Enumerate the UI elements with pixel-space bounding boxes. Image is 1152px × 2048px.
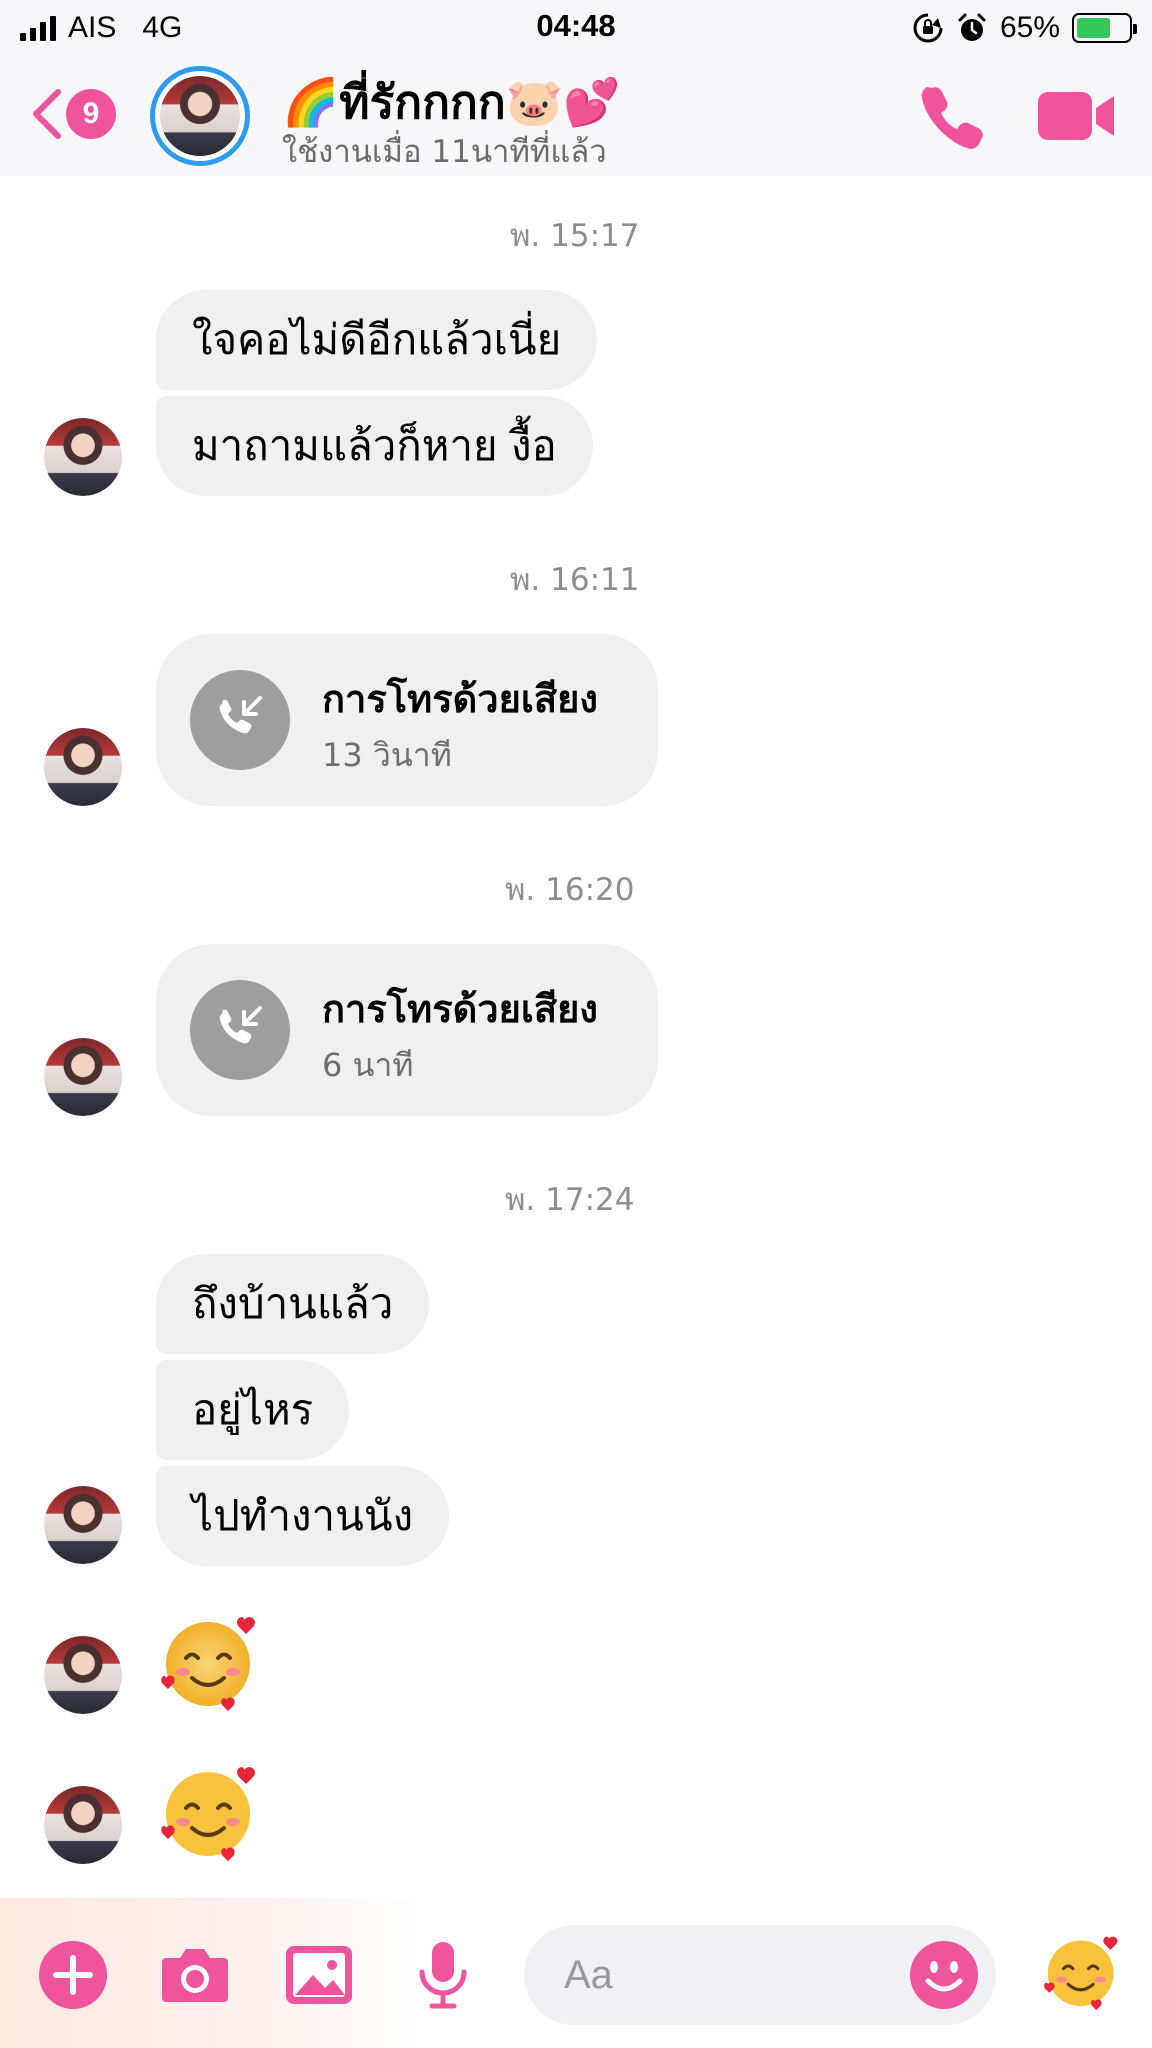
incoming-call-icon	[190, 670, 290, 770]
emoji-picker-icon[interactable]	[908, 1939, 980, 2011]
image-icon[interactable]	[282, 1938, 356, 2012]
sender-avatar[interactable]	[44, 1636, 122, 1714]
status-bar: AIS 4G 04:48 65%	[0, 0, 1152, 56]
battery-icon	[1072, 13, 1137, 43]
active-status: ใช้งานเมื่อ 11นาทีที่แล้ว	[282, 134, 607, 170]
message-input-container[interactable]	[524, 1925, 996, 2025]
chevron-left-icon	[33, 89, 61, 139]
message-bubble[interactable]: ถึงบ้านแล้ว	[156, 1254, 430, 1354]
video-camera-icon[interactable]	[1036, 86, 1116, 146]
conversation-header: 9 🌈ที่รักกกก🐷💕 ใช้งานเมื่อ 11นาทีที่แล้ว	[0, 56, 1152, 176]
phone-icon[interactable]	[918, 82, 986, 150]
voice-call-bubble[interactable]: การโทรด้วยเสียง 6 นาที	[156, 944, 658, 1116]
alarm-icon	[958, 13, 986, 41]
orientation-lock-icon	[913, 13, 943, 43]
sender-avatar[interactable]	[44, 728, 122, 806]
plus-icon[interactable]	[36, 1938, 110, 2012]
message-composer	[0, 1898, 1152, 2048]
battery-percentage: 65%	[999, 11, 1060, 44]
contact-avatar[interactable]	[150, 66, 250, 166]
timestamp-separator: พ. 15:17	[510, 218, 640, 254]
call-title: การโทรด้วยเสียง	[322, 677, 598, 721]
smiling-face-with-hearts-icon[interactable]	[156, 1606, 266, 1716]
voice-call-bubble[interactable]: การโทรด้วยเสียง 13 วินาที	[156, 634, 658, 806]
smiling-face-with-hearts-icon[interactable]	[156, 1756, 266, 1866]
message-bubble[interactable]: ไปทำงานนัง	[156, 1466, 450, 1566]
sender-avatar[interactable]	[44, 1486, 122, 1564]
quick-reaction-icon[interactable]	[1040, 1928, 1126, 2014]
message-bubble[interactable]: มาถามแล้วก็หาย งื้อ	[156, 396, 593, 496]
back-button[interactable]: 9	[30, 82, 130, 146]
incoming-call-icon	[190, 980, 290, 1080]
call-duration: 6 นาที	[322, 1046, 414, 1084]
sender-avatar[interactable]	[44, 1038, 122, 1116]
call-duration: 13 วินาที	[322, 736, 452, 774]
timestamp-separator: พ. 16:11	[510, 562, 640, 598]
sender-avatar[interactable]	[44, 418, 122, 496]
message-input[interactable]	[564, 1943, 894, 2007]
message-bubble[interactable]: อยู่ไหร	[156, 1360, 350, 1460]
timestamp-separator: พ. 17:24	[505, 1182, 635, 1218]
timestamp-separator: พ. 16:20	[505, 872, 635, 908]
unread-count-badge: 9	[66, 89, 116, 139]
microphone-icon[interactable]	[406, 1938, 480, 2012]
call-title: การโทรด้วยเสียง	[322, 987, 598, 1031]
camera-icon[interactable]	[158, 1938, 232, 2012]
message-bubble[interactable]: ใจคอไม่ดีอีกแล้วเนี่ย	[156, 290, 598, 390]
sender-avatar[interactable]	[44, 1786, 122, 1864]
